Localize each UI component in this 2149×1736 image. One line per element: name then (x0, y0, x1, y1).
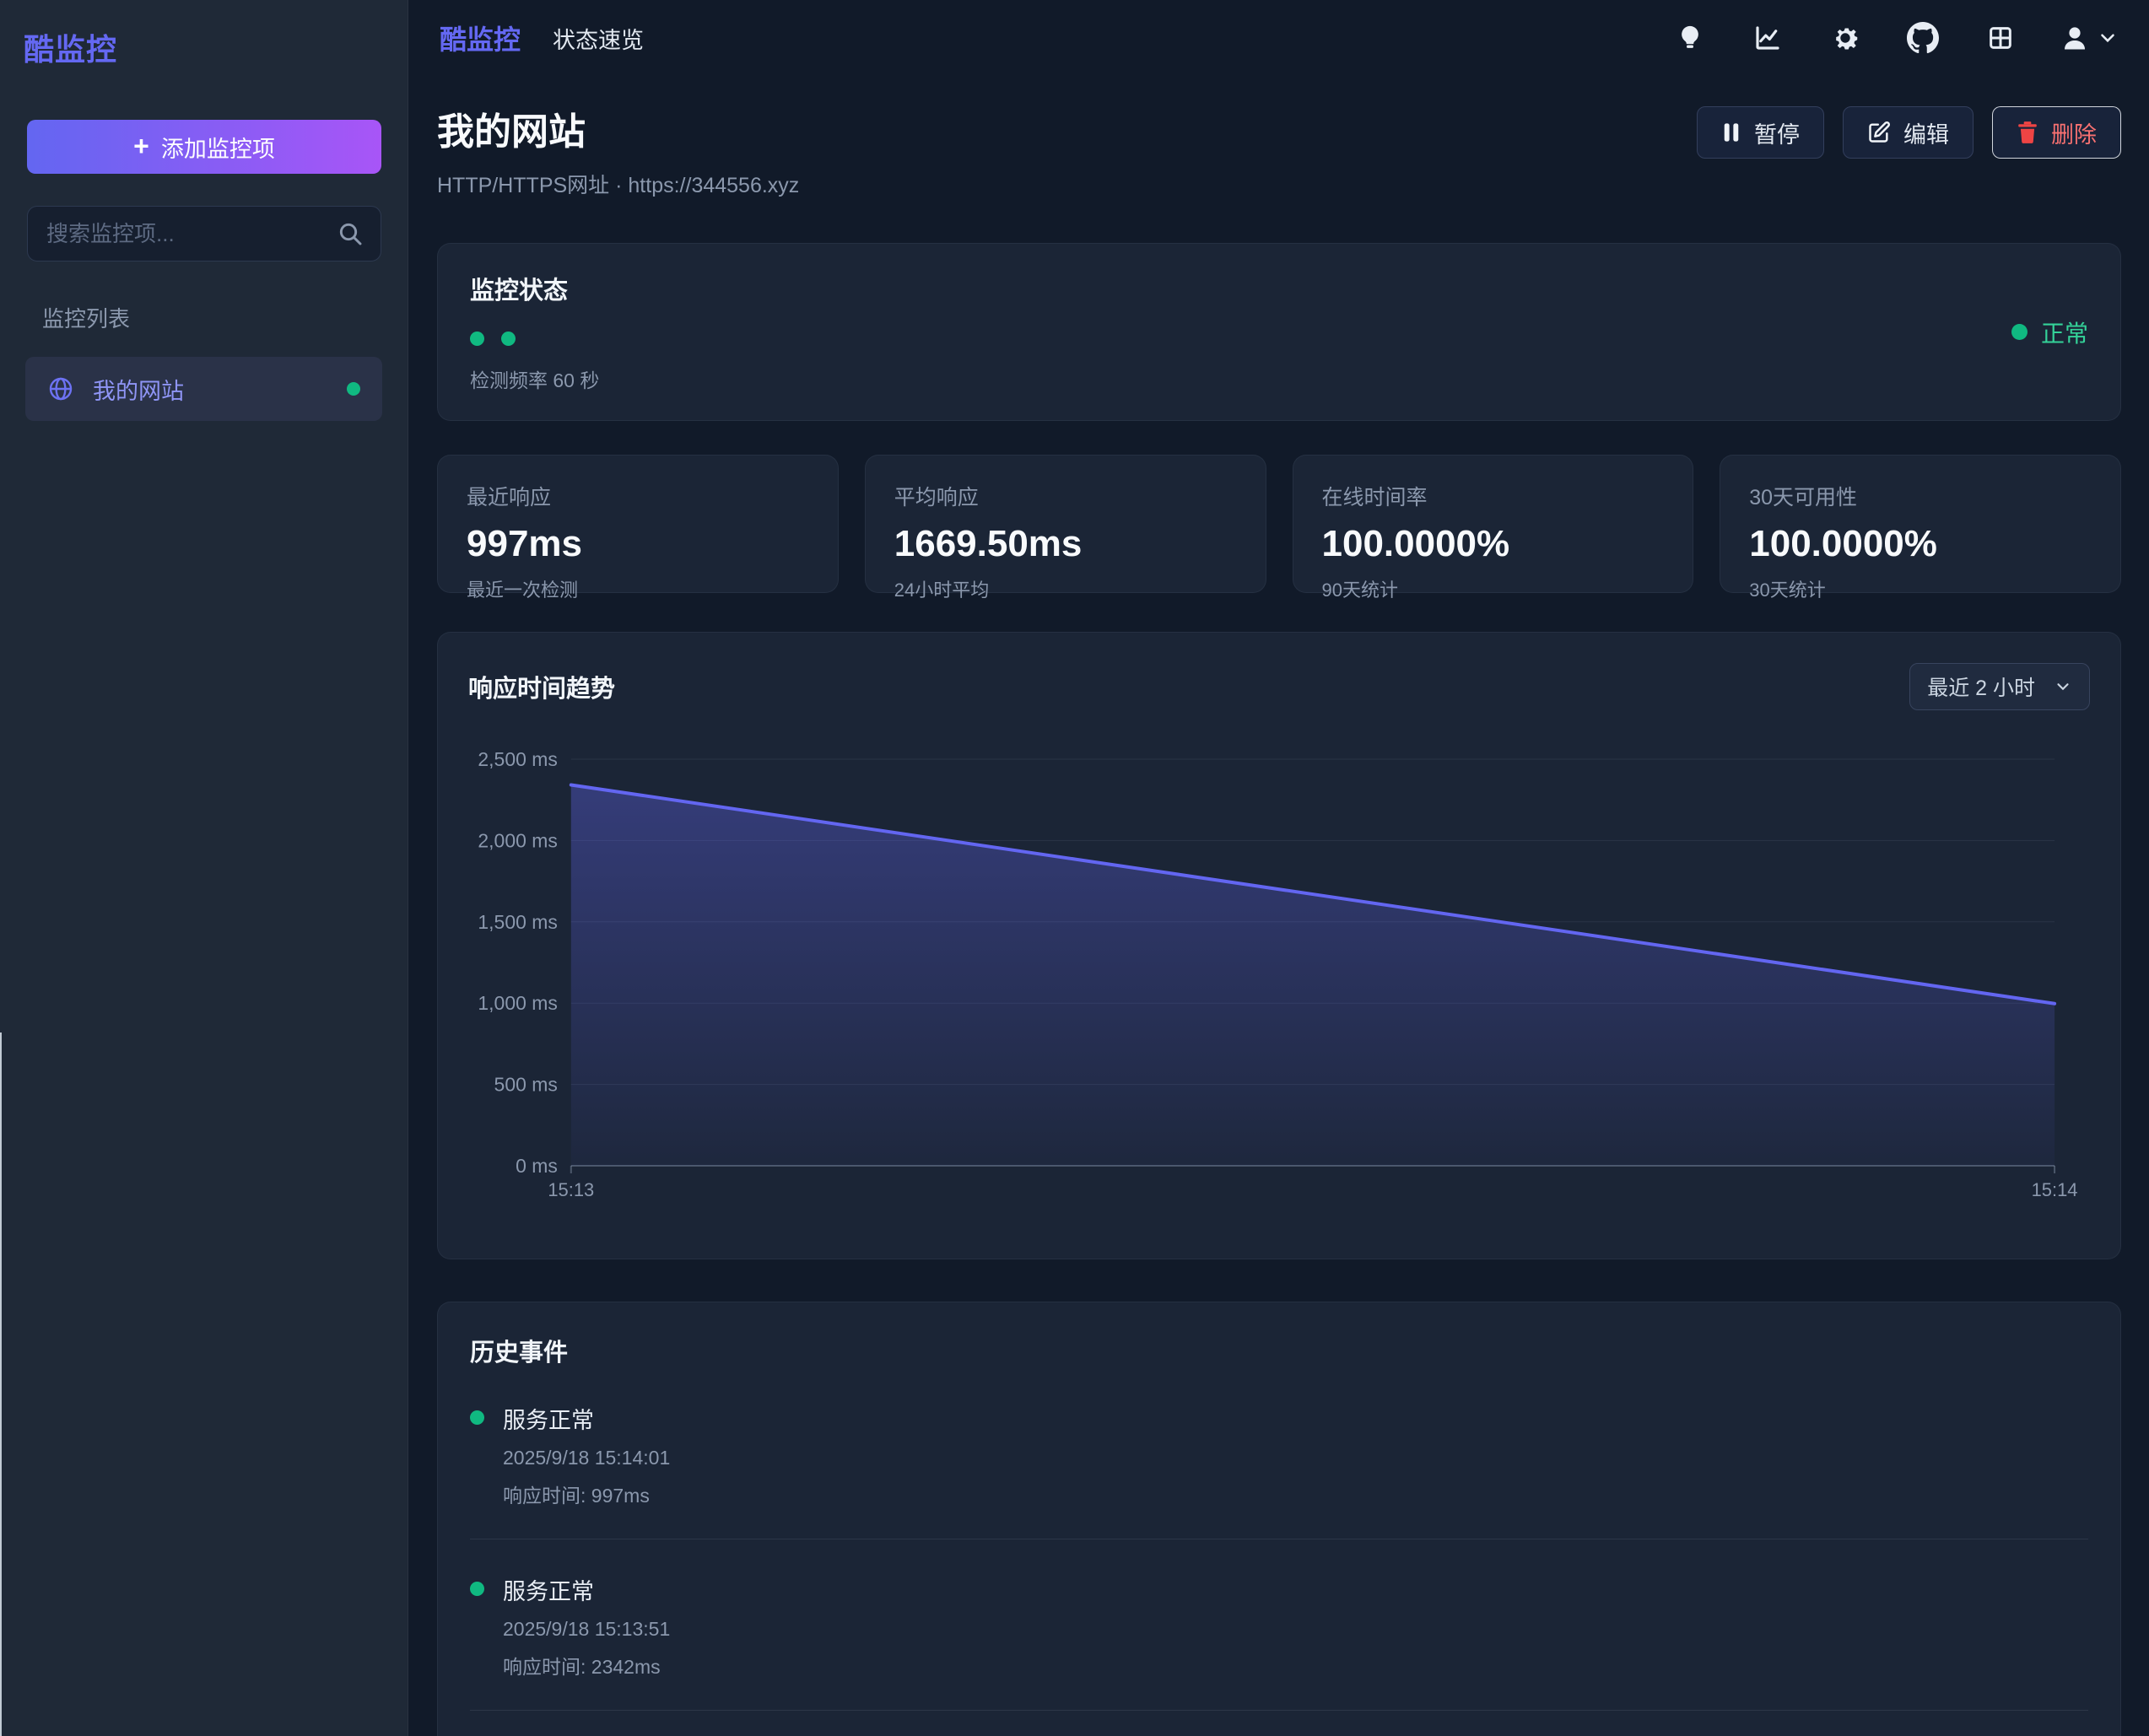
sidebar-brand: 酷监控 (0, 0, 408, 69)
status-dot (347, 382, 360, 396)
stat-label: 平均响应 (894, 481, 1237, 511)
topbar-icons (1671, 19, 2119, 57)
stat-value: 100.0000% (1322, 523, 1665, 565)
history-title: 历史事件 (470, 1333, 2088, 1368)
svg-text:2,000 ms: 2,000 ms (478, 829, 557, 851)
trend-chart-icon[interactable] (1749, 19, 1786, 57)
stat-value: 997ms (467, 523, 809, 565)
svg-text:15:14: 15:14 (2032, 1179, 2078, 1200)
stat-label: 30天可用性 (1749, 481, 2092, 511)
add-monitor-label: 添加监控项 (161, 131, 275, 164)
settings-gear-icon[interactable] (1827, 19, 1864, 57)
status-badge-label: 正常 (2041, 315, 2088, 349)
edit-label: 编辑 (1903, 116, 1949, 149)
response-time-chart: 0 ms 500 ms 1,000 ms 1,500 ms 2,000 ms 2,500 … (468, 736, 2090, 1208)
pause-label: 暂停 (1754, 116, 1800, 149)
status-badge: 正常 (2011, 271, 2088, 393)
stats-row: 最近响应 997ms 最近一次检测 平均响应 1669.50ms 24小时平均 … (437, 455, 2121, 593)
left-edge-line (0, 1032, 2, 1736)
monitor-url: https://344556.xyz (628, 174, 799, 197)
search-input[interactable] (27, 206, 381, 261)
subtitle-separator: · (615, 174, 628, 197)
event-title: 服务正常 (503, 1573, 670, 1606)
monitor-item-label: 我的网站 (93, 373, 328, 406)
stat-sub: 24小时平均 (894, 575, 1237, 602)
user-icon (2060, 23, 2090, 53)
heartbeat-pip (470, 332, 484, 346)
stat-sub: 30天统计 (1749, 575, 2092, 602)
header-actions: 暂停 编辑 (1697, 106, 2121, 159)
trash-icon (2017, 121, 2038, 144)
stat-value: 100.0000% (1749, 523, 2092, 565)
event-row: 服务正常 2025/9/18 15:14:01 响应时间: 997ms (470, 1402, 2088, 1508)
plus-icon: + (133, 132, 149, 159)
app-root: 酷监控 + 添加监控项 监控列表 我的网站 酷监控 (0, 0, 2149, 1736)
stat-sub: 90天统计 (1322, 575, 1665, 602)
response-chart-svg: 0 ms 500 ms 1,000 ms 1,500 ms 2,000 ms 2,500 … (468, 736, 2090, 1208)
lightbulb-icon[interactable] (1671, 19, 1709, 57)
time-range-select[interactable]: 最近 2 小时 (1909, 663, 2090, 710)
svg-text:0 ms: 0 ms (516, 1155, 558, 1177)
search-icon (337, 220, 364, 247)
svg-text:15:13: 15:13 (548, 1179, 594, 1200)
sidebar: 酷监控 + 添加监控项 监控列表 我的网站 (0, 0, 408, 1736)
history-events-card: 历史事件 服务正常 2025/9/18 15:14:01 响应时间: 997ms… (437, 1302, 2121, 1736)
main-content: 我的网站 HTTP/HTTPS网址 · https://344556.xyz 暂… (409, 76, 2149, 1736)
response-trend-card: 响应时间趋势 最近 2 小时 0 ms 500 ms 1,000 ms 1,500 m… (437, 632, 2121, 1259)
event-status-dot (470, 1410, 484, 1425)
stat-card-latest-response: 最近响应 997ms 最近一次检测 (437, 455, 839, 593)
topbar-brand: 酷监控 (440, 19, 521, 57)
sidebar-search (27, 206, 381, 261)
event-divider (470, 1710, 2088, 1711)
topbar: 酷监控 状态速览 (409, 0, 2149, 76)
user-menu[interactable] (2060, 23, 2119, 53)
globe-icon (47, 375, 74, 402)
delete-label: 删除 (2051, 116, 2097, 149)
stat-value: 1669.50ms (894, 523, 1237, 565)
status-card-title: 监控状态 (470, 271, 599, 306)
stat-label: 最近响应 (467, 481, 809, 511)
chevron-down-icon (2054, 677, 2072, 696)
status-badge-dot (2011, 324, 2028, 340)
delete-button[interactable]: 删除 (1992, 106, 2121, 159)
svg-text:1,000 ms: 1,000 ms (478, 992, 557, 1014)
time-range-value: 最近 2 小时 (1927, 671, 2035, 702)
svg-text:2,500 ms: 2,500 ms (478, 748, 557, 770)
heartbeat-pip (501, 332, 516, 346)
stat-sub: 最近一次检测 (467, 575, 809, 602)
topbar-page-title: 状态速览 (553, 22, 644, 55)
event-title: 服务正常 (503, 1402, 670, 1435)
stat-label: 在线时间率 (1322, 481, 1665, 511)
event-row: 服务正常 2025/9/18 15:13:51 响应时间: 2342ms (470, 1573, 2088, 1679)
event-desc: 响应时间: 997ms (503, 1480, 670, 1508)
pause-button[interactable]: 暂停 (1697, 106, 1824, 159)
check-frequency: 检测频率 60 秒 (470, 364, 599, 393)
stat-card-30day-availability: 30天可用性 100.0000% 30天统计 (1720, 455, 2121, 593)
event-time: 2025/9/18 15:14:01 (503, 1447, 670, 1469)
sidebar-item-monitor[interactable]: 我的网站 (25, 357, 382, 421)
add-monitor-button[interactable]: + 添加监控项 (27, 120, 381, 174)
github-icon[interactable] (1904, 19, 1941, 57)
chart-title: 响应时间趋势 (468, 669, 615, 704)
page-subtitle: HTTP/HTTPS网址 · https://344556.xyz (437, 169, 799, 199)
edit-icon (1867, 121, 1891, 144)
grid-icon[interactable] (1982, 19, 2019, 57)
svg-text:1,500 ms: 1,500 ms (478, 911, 557, 933)
monitor-list-label: 监控列表 (42, 302, 408, 333)
event-desc: 响应时间: 2342ms (503, 1651, 670, 1679)
chevron-down-icon (2097, 27, 2119, 49)
page-header: 我的网站 HTTP/HTTPS网址 · https://344556.xyz 暂… (437, 101, 2121, 199)
stat-card-uptime: 在线时间率 100.0000% 90天统计 (1293, 455, 1694, 593)
stat-card-average-response: 平均响应 1669.50ms 24小时平均 (865, 455, 1266, 593)
heartbeat-pips (470, 332, 599, 346)
monitor-status-card: 监控状态 检测频率 60 秒 正常 (437, 243, 2121, 421)
event-time: 2025/9/18 15:13:51 (503, 1618, 670, 1641)
svg-text:500 ms: 500 ms (494, 1074, 558, 1096)
event-status-dot (470, 1582, 484, 1596)
edit-button[interactable]: 编辑 (1843, 106, 1974, 159)
monitor-type: HTTP/HTTPS网址 (437, 174, 609, 197)
page-title: 我的网站 (437, 101, 799, 155)
pause-icon (1721, 121, 1741, 143)
